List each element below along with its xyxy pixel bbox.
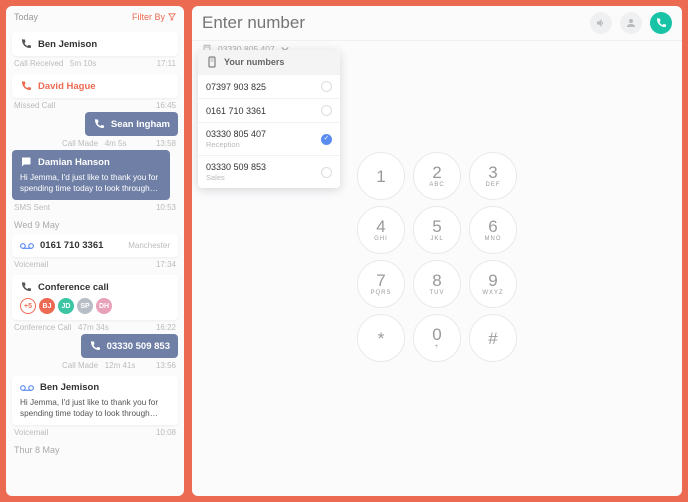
caller-name: Ben Jemison (38, 39, 97, 50)
dropdown-item[interactable]: 0161 710 3361 (198, 98, 340, 122)
phone-list-icon (206, 56, 218, 68)
radio-indicator (321, 167, 332, 178)
caller-name: Sean Ingham (111, 119, 170, 130)
dropdown-item[interactable]: 03330 509 853Sales (198, 155, 340, 188)
keypad-key-6[interactable]: 6MNO (469, 206, 517, 254)
date-divider: Thur 8 May (12, 439, 178, 455)
keypad-key-2[interactable]: 2ABC (413, 152, 461, 200)
activity-list[interactable]: Ben Jemison Call Received 5m 10s17:11 Da… (6, 28, 184, 496)
number-dropdown: Your numbers 07397 903 8250161 710 33610… (198, 50, 340, 188)
date-divider: Wed 9 May (12, 214, 178, 230)
voicemail-icon (20, 383, 34, 393)
participant-chip: +5 (20, 298, 36, 314)
keypad-key-5[interactable]: 5JKL (413, 206, 461, 254)
caller-name: Ben Jemison (40, 382, 99, 393)
participant-chip: BJ (39, 298, 55, 314)
list-item[interactable]: Ben Jemison (12, 32, 178, 56)
participant-chips: +5BJJDSPDH (20, 298, 170, 314)
call-button[interactable] (650, 12, 672, 34)
keypad-key-1[interactable]: 1 (357, 152, 405, 200)
keypad-key-*[interactable]: * (357, 314, 405, 362)
list-item[interactable]: David Hague (12, 74, 178, 98)
funnel-icon (168, 13, 176, 21)
caller-number: 03330 509 853 (107, 341, 170, 352)
sms-preview: Hi Jemma, I'd just like to thank you for… (20, 172, 162, 194)
filter-button[interactable]: Filter By (132, 12, 176, 22)
phone-icon (20, 281, 32, 293)
sms-icon (20, 156, 32, 168)
list-item[interactable]: 0161 710 3361 Manchester (12, 234, 178, 257)
keypad-key-#[interactable]: # (469, 314, 517, 362)
list-item[interactable]: Ben Jemison Hi Jemma, I'd just like to t… (12, 376, 178, 425)
contact-button[interactable] (620, 12, 642, 34)
participant-chip: SP (77, 298, 93, 314)
speaker-button[interactable] (590, 12, 612, 34)
keypad-key-4[interactable]: 4GHI (357, 206, 405, 254)
voicemail-preview: Hi Jemma, I'd just like to thank you for… (20, 397, 170, 419)
location-label: Manchester (128, 241, 170, 250)
list-item[interactable]: Sean Ingham (85, 112, 178, 136)
participant-chip: JD (58, 298, 74, 314)
activity-sidebar: Today Filter By Ben Jemison Call Receive… (6, 6, 184, 496)
keypad-key-9[interactable]: 9WXYZ (469, 260, 517, 308)
radio-indicator (321, 134, 332, 145)
keypad-key-7[interactable]: 7PQRS (357, 260, 405, 308)
list-item[interactable]: 03330 509 853 (81, 334, 178, 358)
dropdown-item[interactable]: 03330 805 407Reception (198, 122, 340, 155)
caller-name: David Hague (38, 81, 96, 92)
keypad-key-3[interactable]: 3DEF (469, 152, 517, 200)
voicemail-icon (20, 241, 34, 251)
phone-icon (20, 38, 32, 50)
phone-icon (89, 340, 101, 352)
today-label: Today (14, 12, 38, 22)
list-item[interactable]: Damian Hanson Hi Jemma, I'd just like to… (12, 150, 170, 200)
participant-chip: DH (96, 298, 112, 314)
list-item[interactable]: Conference call +5BJJDSPDH (12, 275, 178, 320)
dropdown-header: Your numbers (198, 50, 340, 74)
caller-name: Damian Hanson (38, 157, 110, 168)
dropdown-item[interactable]: 07397 903 825 (198, 74, 340, 98)
radio-indicator (321, 105, 332, 116)
conference-title: Conference call (38, 282, 109, 293)
missed-call-icon (20, 80, 32, 92)
phone-icon (93, 118, 105, 130)
caller-number: 0161 710 3361 (40, 240, 103, 251)
number-input[interactable] (202, 13, 590, 33)
keypad-key-8[interactable]: 8TUV (413, 260, 461, 308)
radio-indicator (321, 81, 332, 92)
keypad-key-0[interactable]: 0+ (413, 314, 461, 362)
dialer-panel: 03330 805 407 Your numbers 07397 903 825… (192, 6, 682, 496)
